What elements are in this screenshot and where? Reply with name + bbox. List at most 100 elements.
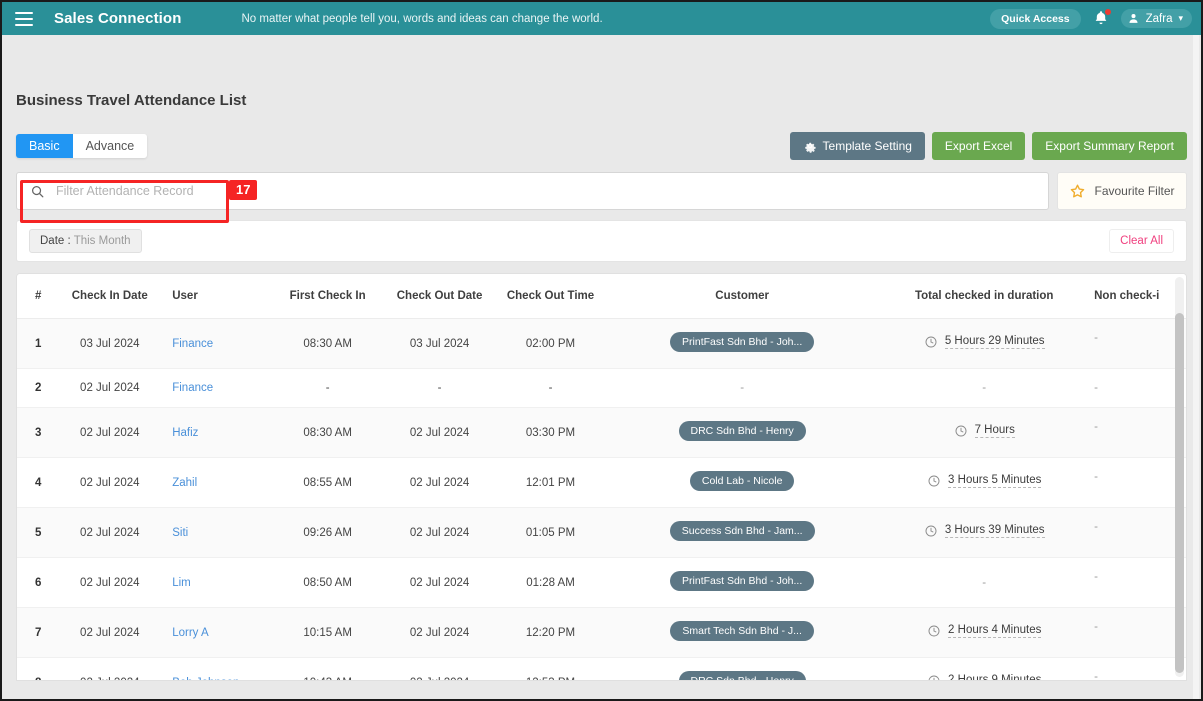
template-setting-button[interactable]: Template Setting	[789, 132, 925, 160]
table-row[interactable]: 5 02 Jul 2024 Siti 09:26 AM 02 Jul 2024 01:05…	[17, 507, 1186, 558]
cell-index: 4	[17, 457, 60, 508]
cell-check-out-time: 12:53 PM	[495, 657, 606, 680]
user-link[interactable]: Lim	[172, 577, 191, 589]
user-link[interactable]: Hafiz	[172, 427, 198, 439]
cell-non-check-in: -	[1090, 607, 1186, 658]
duration-value: 7 Hours	[954, 424, 1015, 438]
clock-icon	[928, 625, 940, 637]
cell-check-out-time: 02:00 PM	[495, 318, 606, 369]
cell-user: Finance	[160, 318, 272, 369]
search-field-wrapper[interactable]	[16, 172, 1049, 210]
filter-chip-date[interactable]: Date : This Month	[29, 229, 142, 253]
hamburger-icon[interactable]	[15, 11, 33, 26]
customer-pill[interactable]: DRC Sdn Bhd - Henry	[678, 421, 806, 441]
export-summary-report-button[interactable]: Export Summary Report	[1032, 132, 1187, 160]
table-row[interactable]: 2 02 Jul 2024 Finance - - - - - -	[17, 368, 1186, 408]
cell-check-in-date: 03 Jul 2024	[59, 318, 161, 369]
cell-total-duration: -	[878, 557, 1091, 608]
notification-badge-dot	[1103, 7, 1112, 16]
cell-duration-empty: -	[982, 576, 987, 589]
column-header-check-out-date[interactable]: Check Out Date	[384, 274, 496, 319]
cell-user: Lorry A	[160, 607, 272, 658]
cell-total-duration: 2 Hours 4 Minutes	[878, 607, 1091, 658]
table-row[interactable]: 1 03 Jul 2024 Finance 08:30 AM 03 Jul 2024 02…	[17, 318, 1186, 369]
customer-pill[interactable]: PrintFast Sdn Bhd - Joh...	[670, 571, 815, 591]
table-row[interactable]: 4 02 Jul 2024 Zahil 08:55 AM 02 Jul 2024 12:0…	[17, 457, 1186, 508]
cell-index: 1	[17, 318, 60, 369]
cell-non-check-in: -	[1090, 368, 1186, 408]
table-row[interactable]: 7 02 Jul 2024 Lorry A 10:15 AM 02 Jul 2024 12…	[17, 607, 1186, 658]
tab-advance[interactable]: Advance	[72, 133, 148, 159]
table-row[interactable]: 802 Jul 2024Bob Johnson10:43 AM02 Jul 20…	[17, 657, 1186, 681]
cell-first-check-in: 08:30 AM	[271, 318, 385, 369]
cell-first-check-in: 09:26 AM	[271, 507, 385, 558]
cell-check-in-date: 02 Jul 2024	[59, 607, 161, 658]
duration-text: 2 Hours 4 Minutes	[948, 624, 1042, 638]
duration-text: 5 Hours 29 Minutes	[944, 335, 1045, 349]
user-link[interactable]: Finance	[172, 382, 213, 394]
clear-all-button[interactable]: Clear All	[1109, 229, 1174, 253]
cell-check-out-time: 01:28 AM	[495, 557, 606, 608]
table-vertical-scrollbar-track[interactable]	[1175, 277, 1184, 677]
customer-pill[interactable]: Smart Tech Sdn Bhd - J...	[670, 621, 814, 641]
table-row[interactable]: 3 02 Jul 2024 Hafiz 08:30 AM 02 Jul 2024 03:3…	[17, 407, 1186, 458]
cell-customer: -	[605, 368, 879, 408]
cell-user: Lim	[160, 557, 272, 608]
cell-check-out-time: 03:30 PM	[495, 407, 606, 458]
search-input[interactable]	[56, 173, 1048, 209]
column-header-user[interactable]: User	[160, 274, 272, 319]
view-mode-tabs: Basic Advance	[16, 133, 148, 159]
cell-check-in-date: 02 Jul 2024	[59, 657, 161, 680]
column-header-customer[interactable]: Customer	[605, 274, 879, 319]
cell-first-check-in: -	[271, 368, 385, 408]
user-link[interactable]: Bob Johnson	[172, 677, 239, 681]
table-row[interactable]: 6 02 Jul 2024 Lim 08:50 AM 02 Jul 2024 01:28 …	[17, 557, 1186, 608]
customer-pill[interactable]: Success Sdn Bhd - Jam...	[669, 521, 815, 541]
cell-non-check-in: -	[1090, 457, 1186, 508]
table-header-row: # Check In Date User First Check In Chec…	[17, 274, 1186, 319]
search-icon	[31, 185, 44, 197]
user-link[interactable]: Siti	[172, 527, 188, 539]
customer-pill[interactable]: Cold Lab - Nicole	[689, 471, 795, 491]
filter-chip-date-label: Date :	[40, 235, 71, 247]
duration-text: 7 Hours	[974, 424, 1015, 438]
page-vertical-scrollbar[interactable]	[1193, 35, 1199, 699]
column-header-index[interactable]: #	[17, 274, 60, 319]
table-vertical-scrollbar-thumb[interactable]	[1175, 313, 1184, 673]
column-header-check-in-date[interactable]: Check In Date	[59, 274, 161, 319]
clock-icon	[928, 475, 940, 487]
cell-customer: PrintFast Sdn Bhd - Joh...	[605, 318, 879, 369]
duration-value: 2 Hours 4 Minutes	[927, 624, 1042, 638]
cell-first-check-in: 08:55 AM	[271, 457, 385, 508]
column-header-first-check-in[interactable]: First Check In	[271, 274, 385, 319]
duration-value: 3 Hours 39 Minutes	[924, 524, 1045, 538]
column-header-non-check-in[interactable]: Non check-i	[1090, 274, 1186, 319]
export-excel-button[interactable]: Export Excel	[931, 132, 1026, 160]
clock-icon	[925, 336, 937, 348]
cell-non-check-in: -	[1090, 318, 1186, 369]
cell-first-check-in: 08:30 AM	[271, 407, 385, 458]
cell-total-duration: 7 Hours	[878, 407, 1091, 458]
column-header-total-duration[interactable]: Total checked in duration	[878, 274, 1091, 319]
user-link[interactable]: Finance	[172, 338, 213, 350]
chevron-down-icon: ▾	[1178, 13, 1183, 23]
action-buttons-group: Template Setting Export Excel Export Sum…	[789, 132, 1187, 160]
notification-bell-button[interactable]	[1092, 7, 1112, 29]
cell-check-out-date: 03 Jul 2024	[384, 318, 496, 369]
cell-index: 3	[17, 407, 60, 458]
tab-basic[interactable]: Basic	[16, 133, 73, 159]
column-header-check-out-time[interactable]: Check Out Time	[495, 274, 606, 319]
quick-access-button[interactable]: Quick Access	[990, 8, 1081, 29]
user-menu-button[interactable]: Zafra ▾	[1120, 9, 1192, 28]
cell-user: Bob Johnson	[160, 657, 272, 681]
customer-pill[interactable]: PrintFast Sdn Bhd - Joh...	[670, 332, 815, 352]
cell-user: Zahil	[160, 457, 272, 508]
customer-pill[interactable]: DRC Sdn Bhd - Henry	[678, 671, 806, 680]
cell-customer: DRC Sdn Bhd - Henry	[605, 657, 879, 680]
favourite-filter-button[interactable]: Favourite Filter	[1057, 172, 1187, 210]
cell-index: 5	[17, 507, 60, 558]
top-navbar: Sales Connection No matter what people t…	[2, 2, 1201, 35]
cell-check-out-date: 02 Jul 2024	[384, 607, 496, 658]
user-link[interactable]: Lorry A	[172, 627, 208, 639]
user-link[interactable]: Zahil	[172, 477, 197, 489]
